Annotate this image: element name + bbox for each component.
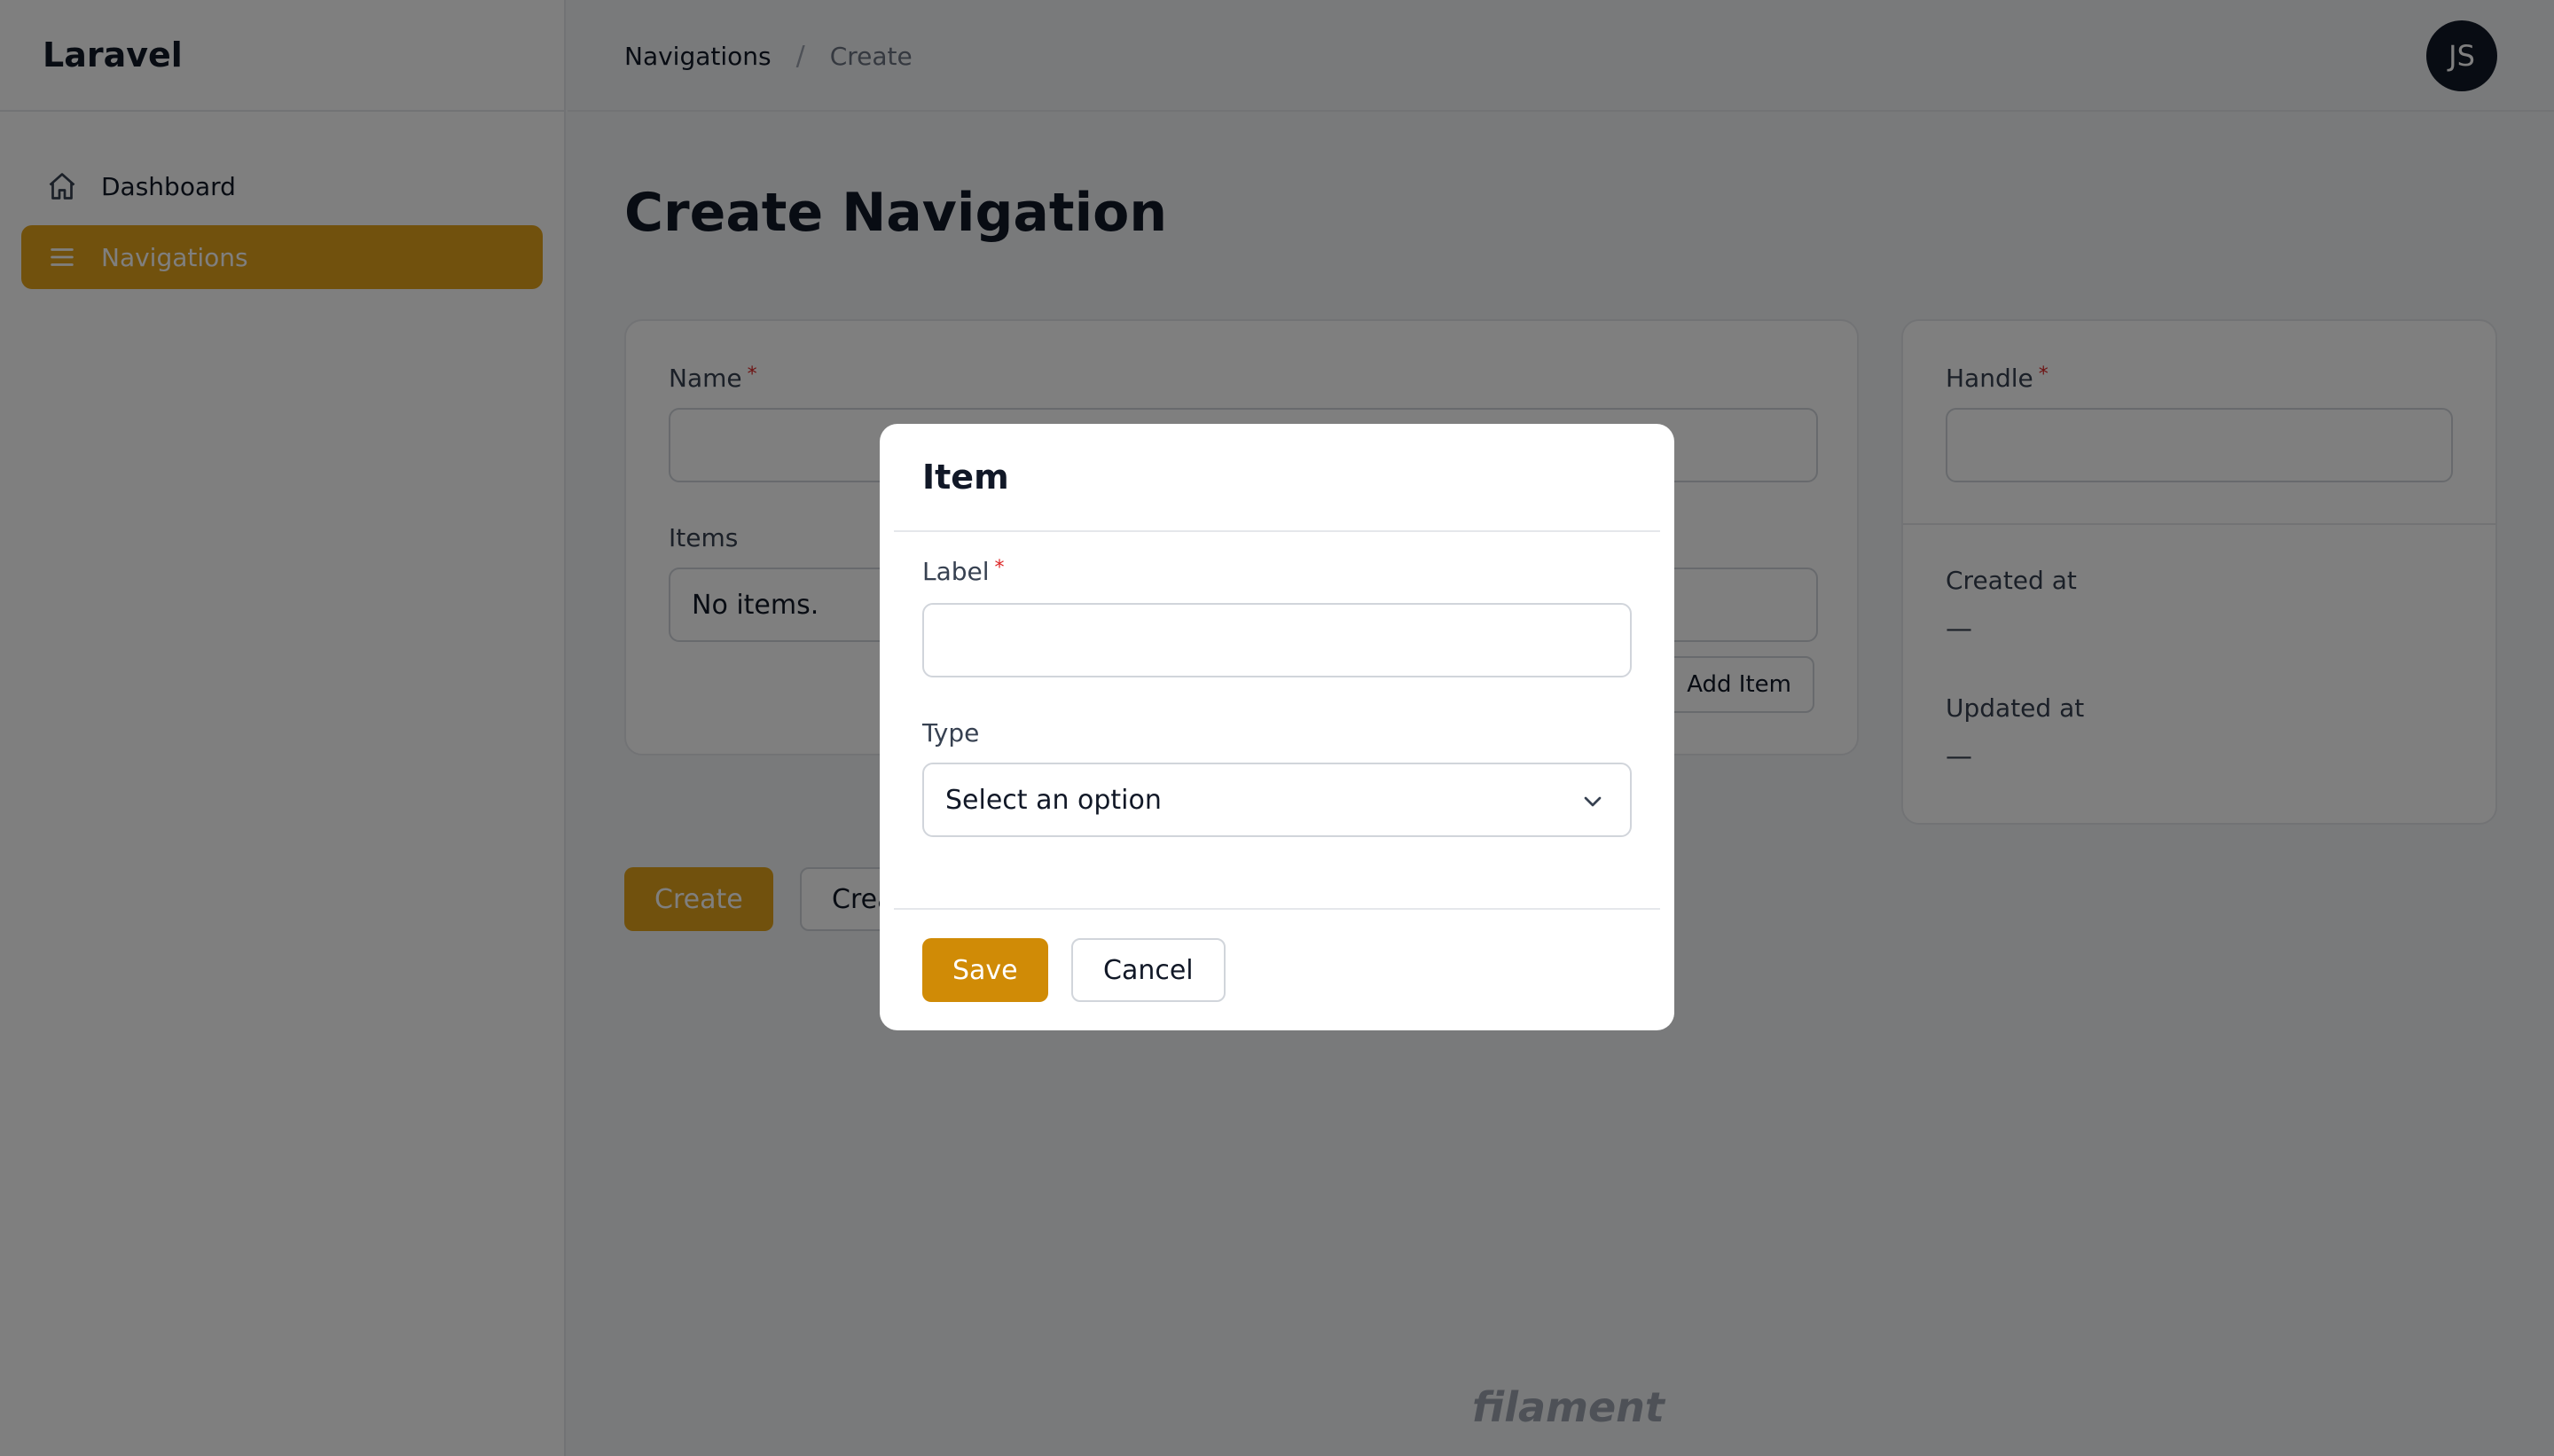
- type-field-label: Type: [922, 718, 980, 748]
- type-select-value: Select an option: [945, 784, 1162, 816]
- label-field-label: Label *: [922, 557, 1005, 586]
- type-select[interactable]: Select an option: [922, 763, 1632, 837]
- save-button[interactable]: Save: [922, 938, 1048, 1002]
- modal-footer-divider: [894, 908, 1660, 910]
- cancel-button[interactable]: Cancel: [1071, 938, 1226, 1002]
- required-marker: *: [994, 557, 1005, 579]
- chevron-down-icon: [1579, 787, 1607, 816]
- modal-title: Item: [922, 458, 1009, 497]
- item-modal: Item Label * Type Select an option Save C…: [880, 424, 1674, 1030]
- modal-header-divider: [894, 530, 1660, 532]
- label-input[interactable]: [922, 603, 1632, 677]
- label-field-label-text: Label: [922, 557, 990, 586]
